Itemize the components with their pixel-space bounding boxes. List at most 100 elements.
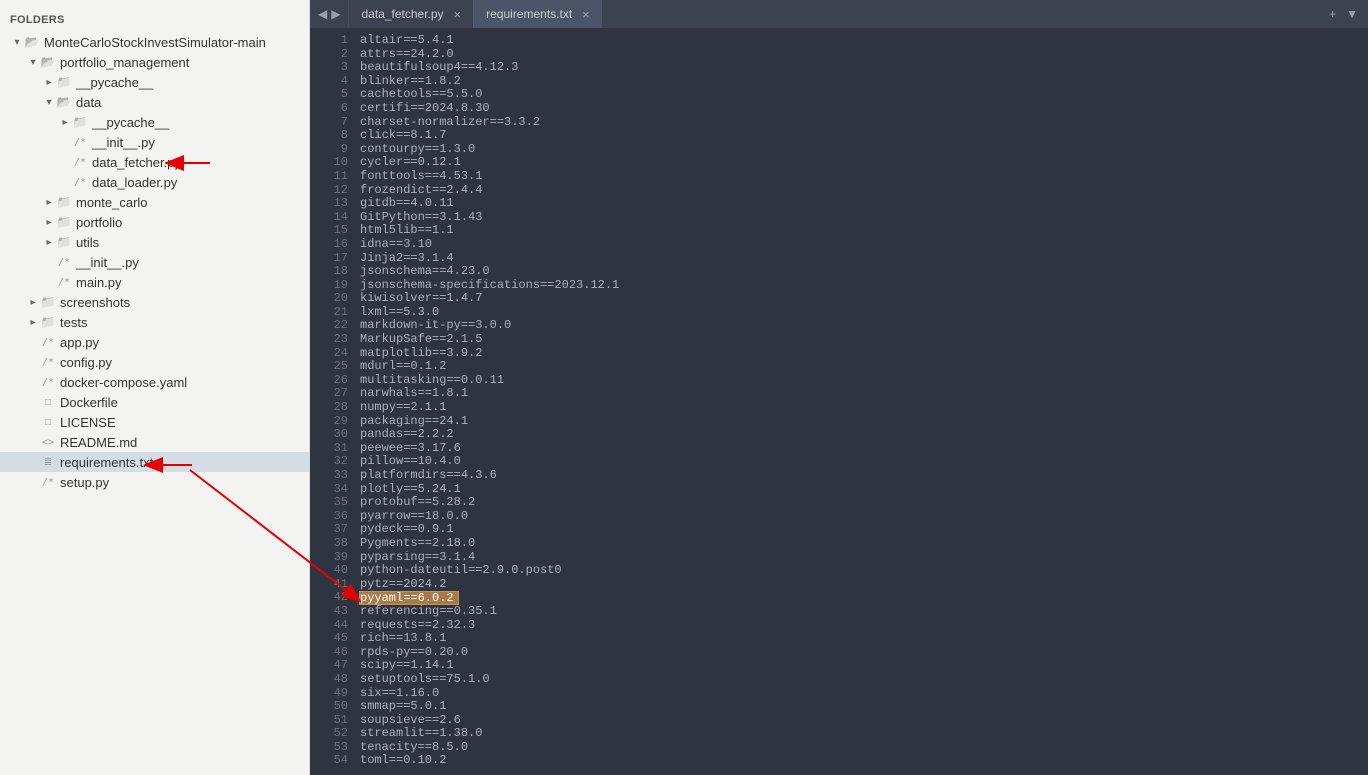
code-line[interactable]: rich==13.8.1 bbox=[360, 632, 1368, 646]
code-line[interactable]: tenacity==8.5.0 bbox=[360, 741, 1368, 755]
code-line[interactable]: protobuf==5.28.2 bbox=[360, 496, 1368, 510]
code-line[interactable]: GitPython==3.1.43 bbox=[360, 211, 1368, 225]
tab-requirements-txt[interactable]: requirements.txt× bbox=[473, 0, 602, 28]
file-dockerfile[interactable]: Dockerfile bbox=[0, 392, 309, 412]
file-readme-md[interactable]: README.md bbox=[0, 432, 309, 452]
folder-screenshots[interactable]: ▸screenshots bbox=[0, 292, 309, 312]
code-line[interactable]: pyparsing==3.1.4 bbox=[360, 551, 1368, 565]
code-content[interactable]: altair==5.4.1attrs==24.2.0beautifulsoup4… bbox=[360, 28, 1368, 775]
new-tab-icon[interactable]: + bbox=[1329, 7, 1336, 21]
folder-montecarlostockinvestsimulator-main[interactable]: ▾MonteCarloStockInvestSimulator-main bbox=[0, 32, 309, 52]
file-license[interactable]: LICENSE bbox=[0, 412, 309, 432]
code-line[interactable]: multitasking==0.0.11 bbox=[360, 374, 1368, 388]
code-line[interactable]: numpy==2.1.1 bbox=[360, 401, 1368, 415]
code-line[interactable]: jsonschema==4.23.0 bbox=[360, 265, 1368, 279]
chevron-right-icon[interactable]: ▸ bbox=[26, 317, 40, 328]
code-line[interactable]: pytz==2024.2 bbox=[360, 578, 1368, 592]
code-line[interactable]: python-dateutil==2.9.0.post0 bbox=[360, 564, 1368, 578]
tab-data-fetcher-py[interactable]: data_fetcher.py× bbox=[348, 0, 473, 28]
chevron-right-icon[interactable]: ▸ bbox=[26, 297, 40, 308]
tab-menu-icon[interactable]: ▼ bbox=[1346, 7, 1358, 21]
folder-portfolio[interactable]: ▸portfolio bbox=[0, 212, 309, 232]
code-line[interactable]: setuptools==75.1.0 bbox=[360, 673, 1368, 687]
chevron-right-icon[interactable]: ▸ bbox=[42, 237, 56, 248]
code-line[interactable]: referencing==0.35.1 bbox=[360, 605, 1368, 619]
code-line[interactable]: plotly==5.24.1 bbox=[360, 483, 1368, 497]
file--init-py[interactable]: __init__.py bbox=[0, 252, 309, 272]
code-line[interactable]: kiwisolver==1.4.7 bbox=[360, 292, 1368, 306]
code-line[interactable]: idna==3.10 bbox=[360, 238, 1368, 252]
code-line[interactable]: altair==5.4.1 bbox=[360, 34, 1368, 48]
chevron-right-icon[interactable]: ▸ bbox=[42, 77, 56, 88]
nav-forward-icon[interactable]: ▶ bbox=[331, 7, 340, 21]
code-line[interactable]: frozendict==2.4.4 bbox=[360, 184, 1368, 198]
code-line[interactable]: soupsieve==2.6 bbox=[360, 714, 1368, 728]
file-config-py[interactable]: config.py bbox=[0, 352, 309, 372]
code-line[interactable]: pandas==2.2.2 bbox=[360, 428, 1368, 442]
file-docker-compose-yaml[interactable]: docker-compose.yaml bbox=[0, 372, 309, 392]
py-icon bbox=[40, 377, 56, 388]
code-line[interactable]: fonttools==4.53.1 bbox=[360, 170, 1368, 184]
folder--pycache-[interactable]: ▸__pycache__ bbox=[0, 112, 309, 132]
chevron-down-icon[interactable]: ▾ bbox=[42, 97, 56, 108]
chevron-right-icon[interactable]: ▸ bbox=[42, 217, 56, 228]
code-line[interactable]: requests==2.32.3 bbox=[360, 619, 1368, 633]
code-line[interactable]: attrs==24.2.0 bbox=[360, 48, 1368, 62]
chevron-down-icon[interactable]: ▾ bbox=[10, 37, 24, 48]
code-line[interactable]: Pygments==2.18.0 bbox=[360, 537, 1368, 551]
code-line[interactable]: MarkupSafe==2.1.5 bbox=[360, 333, 1368, 347]
folder-portfolio-management[interactable]: ▾portfolio_management bbox=[0, 52, 309, 72]
py-icon bbox=[56, 277, 72, 288]
code-line[interactable]: contourpy==1.3.0 bbox=[360, 143, 1368, 157]
code-line[interactable]: toml==0.10.2 bbox=[360, 754, 1368, 768]
file-setup-py[interactable]: setup.py bbox=[0, 472, 309, 492]
code-line[interactable]: scipy==1.14.1 bbox=[360, 659, 1368, 673]
code-line[interactable]: pyarrow==18.0.0 bbox=[360, 510, 1368, 524]
code-line[interactable]: jsonschema-specifications==2023.12.1 bbox=[360, 279, 1368, 293]
code-line[interactable]: markdown-it-py==3.0.0 bbox=[360, 319, 1368, 333]
code-line[interactable]: narwhals==1.8.1 bbox=[360, 387, 1368, 401]
code-line[interactable]: charset-normalizer==3.3.2 bbox=[360, 116, 1368, 130]
code-line[interactable]: click==8.1.7 bbox=[360, 129, 1368, 143]
folder--pycache-[interactable]: ▸__pycache__ bbox=[0, 72, 309, 92]
folder-data[interactable]: ▾data bbox=[0, 92, 309, 112]
chevron-down-icon[interactable]: ▾ bbox=[26, 57, 40, 68]
code-line[interactable]: mdurl==0.1.2 bbox=[360, 360, 1368, 374]
file-app-py[interactable]: app.py bbox=[0, 332, 309, 352]
code-line[interactable]: pillow==10.4.0 bbox=[360, 455, 1368, 469]
code-line[interactable]: peewee==3.17.6 bbox=[360, 442, 1368, 456]
tree-label: utils bbox=[76, 235, 99, 250]
file--init-py[interactable]: __init__.py bbox=[0, 132, 309, 152]
code-line[interactable]: lxml==5.3.0 bbox=[360, 306, 1368, 320]
code-line[interactable]: smmap==5.0.1 bbox=[360, 700, 1368, 714]
folder-utils[interactable]: ▸ utils bbox=[0, 232, 309, 252]
code-line[interactable]: packaging==24.1 bbox=[360, 415, 1368, 429]
close-icon[interactable]: × bbox=[454, 7, 462, 22]
close-icon[interactable]: × bbox=[582, 7, 590, 22]
editor-body[interactable]: 1234567891011121314151617181920212223242… bbox=[310, 28, 1368, 775]
code-line[interactable]: cycler==0.12.1 bbox=[360, 156, 1368, 170]
code-line[interactable]: cachetools==5.5.0 bbox=[360, 88, 1368, 102]
code-line[interactable]: streamlit==1.38.0 bbox=[360, 727, 1368, 741]
nav-back-icon[interactable]: ◀ bbox=[318, 7, 327, 21]
file-data-fetcher-py[interactable]: data_fetcher.py bbox=[0, 152, 309, 172]
code-line[interactable]: pydeck==0.9.1 bbox=[360, 523, 1368, 537]
file-main-py[interactable]: main.py bbox=[0, 272, 309, 292]
folder-monte-carlo[interactable]: ▸monte_carlo bbox=[0, 192, 309, 212]
chevron-right-icon[interactable]: ▸ bbox=[58, 117, 72, 128]
code-line[interactable]: Jinja2==3.1.4 bbox=[360, 252, 1368, 266]
file-data-loader-py[interactable]: data_loader.py bbox=[0, 172, 309, 192]
code-line[interactable]: html5lib==1.1 bbox=[360, 224, 1368, 238]
folder-tests[interactable]: ▸tests bbox=[0, 312, 309, 332]
code-line[interactable]: beautifulsoup4==4.12.3 bbox=[360, 61, 1368, 75]
code-line[interactable]: platformdirs==4.3.6 bbox=[360, 469, 1368, 483]
chevron-right-icon[interactable]: ▸ bbox=[42, 197, 56, 208]
code-line[interactable]: blinker==1.8.2 bbox=[360, 75, 1368, 89]
code-line[interactable]: six==1.16.0 bbox=[360, 687, 1368, 701]
code-line[interactable]: gitdb==4.0.11 bbox=[360, 197, 1368, 211]
code-line[interactable]: rpds-py==0.20.0 bbox=[360, 646, 1368, 660]
file-requirements-txt[interactable]: requirements.txt bbox=[0, 452, 309, 472]
code-line[interactable]: certifi==2024.8.30 bbox=[360, 102, 1368, 116]
code-line[interactable]: pyyaml==6.0.2 bbox=[359, 591, 459, 605]
code-line[interactable]: matplotlib==3.9.2 bbox=[360, 347, 1368, 361]
